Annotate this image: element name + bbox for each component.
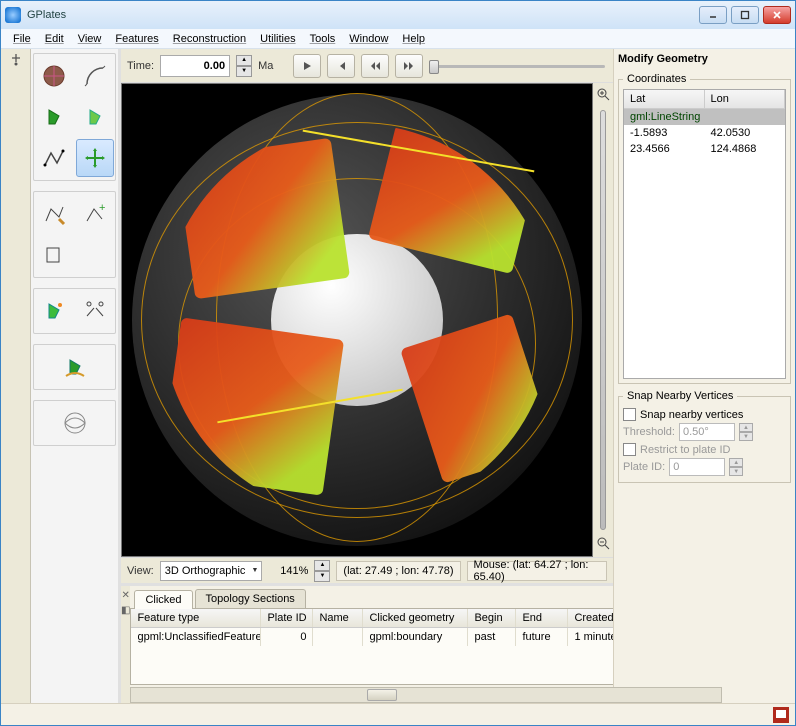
zoom-spinner[interactable]: ▲▼ — [314, 560, 330, 582]
svg-text:+: + — [99, 202, 105, 214]
tool-select-feature-alt[interactable] — [76, 98, 114, 136]
canvas-zoom-bar — [593, 83, 613, 557]
tool-pole-globe[interactable] — [56, 404, 94, 442]
time-label: Time: — [127, 60, 154, 72]
menubar: File Edit View Features Reconstruction U… — [1, 29, 795, 49]
menu-features[interactable]: Features — [109, 31, 164, 47]
tool-manipulate-pole[interactable] — [35, 292, 73, 330]
play-button[interactable] — [293, 54, 321, 78]
time-toolbar: Time: ▲▼ Ma — [121, 49, 613, 83]
unsaved-changes-icon[interactable] — [773, 707, 789, 723]
col-lat[interactable]: Lat — [624, 90, 705, 108]
time-spinner[interactable]: ▲▼ — [236, 55, 252, 77]
plateid-spinner: ▲▼ — [729, 458, 743, 476]
threshold-label: Threshold: — [623, 426, 675, 438]
tool-build-topology[interactable] — [56, 348, 94, 386]
restrict-label: Restrict to plate ID — [640, 444, 730, 456]
plateid-label: Plate ID: — [623, 461, 665, 473]
footer — [1, 703, 795, 725]
col-clicked-geom[interactable]: Clicked geometry — [363, 609, 468, 627]
plateid-input — [669, 458, 725, 476]
tool-edit-geometry[interactable] — [35, 195, 73, 233]
window-title: GPlates — [27, 9, 699, 21]
menu-tools[interactable]: Tools — [304, 31, 342, 47]
app-window: GPlates File Edit View Features Reconstr… — [0, 0, 796, 726]
threshold-input — [679, 423, 735, 441]
dock-pin-icon[interactable]: ◧ — [121, 605, 130, 616]
globe-canvas[interactable] — [121, 83, 593, 557]
tool-delete-vertex[interactable] — [35, 236, 73, 274]
coordinates-fieldset: Coordinates Lat Lon gml:LineString -1.58… — [618, 73, 791, 384]
tool-insert-vertex[interactable]: + — [76, 195, 114, 233]
zoom-in-button[interactable] — [596, 87, 610, 104]
coord-row[interactable]: 23.4566 124.4868 — [624, 141, 785, 157]
feature-dock: ✕ ◧ Clicked Topology Sections Feature ty… — [121, 583, 613, 703]
tool-select-feature[interactable] — [35, 98, 73, 136]
horizontal-scrollbar[interactable] — [130, 687, 721, 703]
rewind-start-button[interactable] — [327, 54, 355, 78]
menu-file[interactable]: File — [7, 31, 37, 47]
panel-title: Modify Geometry — [618, 53, 791, 65]
snap-legend: Snap Nearby Vertices — [623, 390, 737, 402]
menu-utilities[interactable]: Utilities — [254, 31, 301, 47]
tool-split-feature[interactable] — [76, 292, 114, 330]
menu-edit[interactable]: Edit — [39, 31, 70, 47]
maximize-button[interactable] — [731, 6, 759, 24]
col-begin[interactable]: Begin — [468, 609, 516, 627]
zoom-slider[interactable] — [600, 110, 606, 530]
tab-clicked[interactable]: Clicked — [134, 590, 192, 609]
menu-view[interactable]: View — [72, 31, 108, 47]
menu-reconstruction[interactable]: Reconstruction — [167, 31, 252, 47]
menu-window[interactable]: Window — [343, 31, 394, 47]
mouse-readout: Mouse: (lat: 64.27 ; lon: 65.40) — [467, 561, 608, 581]
tool-move-vertex[interactable] — [76, 139, 114, 177]
snap-fieldset: Snap Nearby Vertices Snap nearby vertice… — [618, 390, 791, 483]
col-lon[interactable]: Lon — [705, 90, 786, 108]
time-slider[interactable] — [429, 57, 607, 75]
snap-label: Snap nearby vertices — [640, 409, 743, 421]
projection-select[interactable]: 3D Orthographic — [160, 561, 263, 581]
coord-row[interactable]: -1.5893 42.0530 — [624, 125, 785, 141]
step-forward-button[interactable] — [395, 54, 423, 78]
tool-measure[interactable] — [76, 57, 114, 95]
col-name[interactable]: Name — [313, 609, 363, 627]
step-back-button[interactable] — [361, 54, 389, 78]
coordinates-legend: Coordinates — [623, 73, 690, 85]
coordinates-table[interactable]: Lat Lon gml:LineString -1.5893 42.0530 2… — [623, 89, 786, 379]
zoom-value: 141% — [268, 565, 308, 577]
threshold-spinner: ▲▼ — [739, 423, 753, 441]
left-rail — [1, 49, 31, 703]
dock-close-icon[interactable]: ✕ — [122, 590, 130, 601]
menu-help[interactable]: Help — [396, 31, 431, 47]
restrict-checkbox — [623, 443, 636, 456]
titlebar[interactable]: GPlates — [1, 1, 795, 29]
col-end[interactable]: End — [516, 609, 568, 627]
toolbox: + — [31, 49, 121, 703]
geom-type-row[interactable]: gml:LineString — [624, 109, 785, 125]
view-statusbar: View: 3D Orthographic 141% ▲▼ (lat: 27.4… — [121, 557, 613, 583]
pin-icon[interactable] — [9, 53, 23, 67]
col-plate-id[interactable]: Plate ID — [261, 609, 313, 627]
position-readout: (lat: 27.49 ; lon: 47.78) — [336, 561, 460, 581]
close-button[interactable] — [763, 6, 791, 24]
col-feature-type[interactable]: Feature type — [131, 609, 261, 627]
tool-digitise-polyline[interactable] — [35, 139, 73, 177]
zoom-out-button[interactable] — [596, 536, 610, 553]
minimize-button[interactable] — [699, 6, 727, 24]
view-label: View: — [127, 565, 154, 577]
modify-geometry-panel: Modify Geometry Coordinates Lat Lon gml:… — [613, 49, 795, 703]
tool-drag-globe[interactable] — [35, 57, 73, 95]
time-unit: Ma — [258, 60, 273, 72]
app-icon — [5, 7, 21, 23]
time-input[interactable] — [160, 55, 230, 77]
snap-checkbox[interactable] — [623, 408, 636, 421]
tab-topology-sections[interactable]: Topology Sections — [195, 589, 306, 608]
